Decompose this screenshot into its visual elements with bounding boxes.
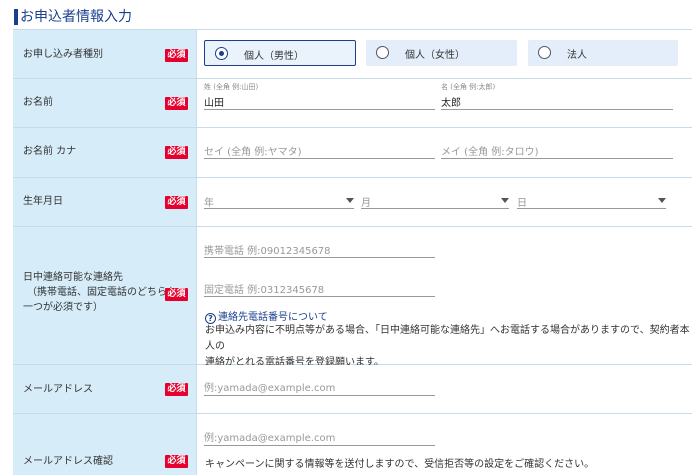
contact-note-line1: お申込み内容に不明点等がある場合、「日中連絡可能な連絡先」へお電話する場合があり…: [205, 325, 690, 352]
contact-label-line3: 一つが必須です）: [23, 302, 103, 313]
kana-label: お名前 カナ: [23, 146, 77, 157]
email-confirm-label: メールアドレス確認: [23, 456, 113, 467]
label-cell: 生年月日 必須: [13, 178, 197, 226]
label-cell: お申し込み者種別 必須: [13, 30, 197, 78]
last-name-kana-input[interactable]: セイ (全角 例:ヤマタ): [204, 142, 435, 159]
label-cell: お名前 必須: [13, 79, 197, 127]
chevron-down-icon: [346, 198, 354, 203]
phone-help-link-text: 連絡先電話番号について: [218, 312, 328, 323]
required-badge: 必須: [165, 196, 188, 209]
landline-phone-input[interactable]: 固定電話 例:0312345678: [204, 280, 435, 297]
radio-individual-male[interactable]: 個人（男性）: [204, 40, 356, 66]
applicant-type-label: お申し込み者種別: [23, 49, 103, 60]
birth-month-select[interactable]: 月: [361, 192, 509, 209]
first-name-kana-placeholder: メイ (全角 例:タロウ): [441, 147, 539, 158]
radio-unselected-icon: [376, 46, 389, 59]
row-email: メールアドレス 必須 例:yamada@example.com: [13, 365, 692, 414]
required-badge: 必須: [165, 455, 188, 468]
chevron-down-icon: [501, 198, 509, 203]
email-confirm-note: キャンペーンに関する情報等を送付しますので、受信拒否等の設定をご確認ください。: [205, 459, 595, 470]
contact-label-line2: （携帯電話、固定電話のどちらか: [27, 287, 177, 298]
first-name-field[interactable]: 名 (全角 例:太郎) 太郎: [441, 83, 673, 110]
contact-label-line1: 日中連絡可能な連絡先: [23, 272, 123, 283]
email-confirm-placeholder: 例:yamada@example.com: [204, 433, 336, 444]
required-badge: 必須: [165, 97, 188, 110]
birth-date-label: 生年月日: [23, 196, 63, 207]
mobile-phone-input[interactable]: 携帯電話 例:09012345678: [204, 241, 435, 258]
birth-month-placeholder: 月: [361, 198, 371, 209]
required-badge: 必須: [165, 146, 188, 159]
name-label: お名前: [23, 97, 53, 108]
label-cell: お名前 カナ 必須: [13, 128, 197, 177]
applicant-form: お申し込み者種別 必須 個人（男性） 個人（女性） 法人 お名前 必須 姓 (全…: [13, 29, 692, 475]
birth-day-select[interactable]: 日: [517, 192, 666, 209]
chevron-down-icon: [658, 198, 666, 203]
radio-label: 個人（女性）: [405, 50, 465, 61]
radio-corporation[interactable]: 法人: [528, 40, 678, 66]
section-header: お申込者情報入力: [0, 0, 700, 32]
birth-year-select[interactable]: 年: [204, 192, 354, 209]
section-title: お申込者情報入力: [20, 9, 132, 25]
first-name-hint: 名 (全角 例:太郎): [441, 83, 496, 91]
row-name: お名前 必須 姓 (全角 例:山田) 山田 名 (全角 例:太郎) 太郎: [13, 79, 692, 128]
section-header-bar: [14, 9, 18, 25]
radio-selected-icon: [215, 47, 228, 60]
row-applicant-type: お申し込み者種別 必須 個人（男性） 個人（女性） 法人: [13, 30, 692, 79]
email-input[interactable]: 例:yamada@example.com: [204, 378, 435, 396]
last-name-value: 山田: [204, 98, 224, 109]
first-name-kana-input[interactable]: メイ (全角 例:タロウ): [441, 142, 673, 159]
email-label: メールアドレス: [23, 384, 93, 395]
email-placeholder: 例:yamada@example.com: [204, 383, 336, 394]
required-badge: 必須: [165, 383, 188, 396]
first-name-value: 太郎: [441, 98, 461, 109]
required-badge: 必須: [165, 49, 188, 62]
radio-label: 法人: [567, 50, 587, 61]
email-confirm-input[interactable]: 例:yamada@example.com: [204, 428, 435, 446]
radio-label: 個人（男性）: [244, 51, 304, 62]
contact-label: 日中連絡可能な連絡先 （携帯電話、固定電話のどちらか 一つが必須です）: [23, 270, 177, 315]
last-name-kana-placeholder: セイ (全角 例:ヤマタ): [204, 147, 302, 158]
mobile-phone-placeholder: 携帯電話 例:09012345678: [204, 246, 331, 257]
radio-unselected-icon: [538, 46, 551, 59]
phone-help-link[interactable]: ? 連絡先電話番号について: [205, 308, 328, 324]
label-cell: 日中連絡可能な連絡先 （携帯電話、固定電話のどちらか 一つが必須です） 必須: [13, 227, 197, 364]
row-birth-date: 生年月日 必須 年 月 日: [13, 178, 692, 227]
label-cell: メールアドレス確認 必須: [13, 414, 197, 475]
row-daytime-contact: 日中連絡可能な連絡先 （携帯電話、固定電話のどちらか 一つが必須です） 必須 携…: [13, 227, 692, 368]
row-name-kana: お名前 カナ 必須 セイ (全角 例:ヤマタ) メイ (全角 例:タロウ): [13, 128, 692, 178]
last-name-field[interactable]: 姓 (全角 例:山田) 山田: [204, 83, 435, 110]
applicant-type-options: 個人（男性） 個人（女性） 法人: [197, 30, 692, 78]
radio-individual-female[interactable]: 個人（女性）: [366, 40, 517, 66]
last-name-hint: 姓 (全角 例:山田): [204, 83, 259, 91]
contact-note: お申込み内容に不明点等がある場合、「日中連絡可能な連絡先」へお電話する場合があり…: [205, 323, 690, 371]
landline-phone-placeholder: 固定電話 例:0312345678: [204, 285, 325, 296]
label-cell: メールアドレス 必須: [13, 365, 197, 413]
birth-day-placeholder: 日: [517, 198, 527, 209]
required-badge: 必須: [165, 288, 188, 301]
row-email-confirm: メールアドレス確認 必須 例:yamada@example.com キャンペーン…: [13, 414, 692, 475]
birth-year-placeholder: 年: [204, 198, 214, 209]
